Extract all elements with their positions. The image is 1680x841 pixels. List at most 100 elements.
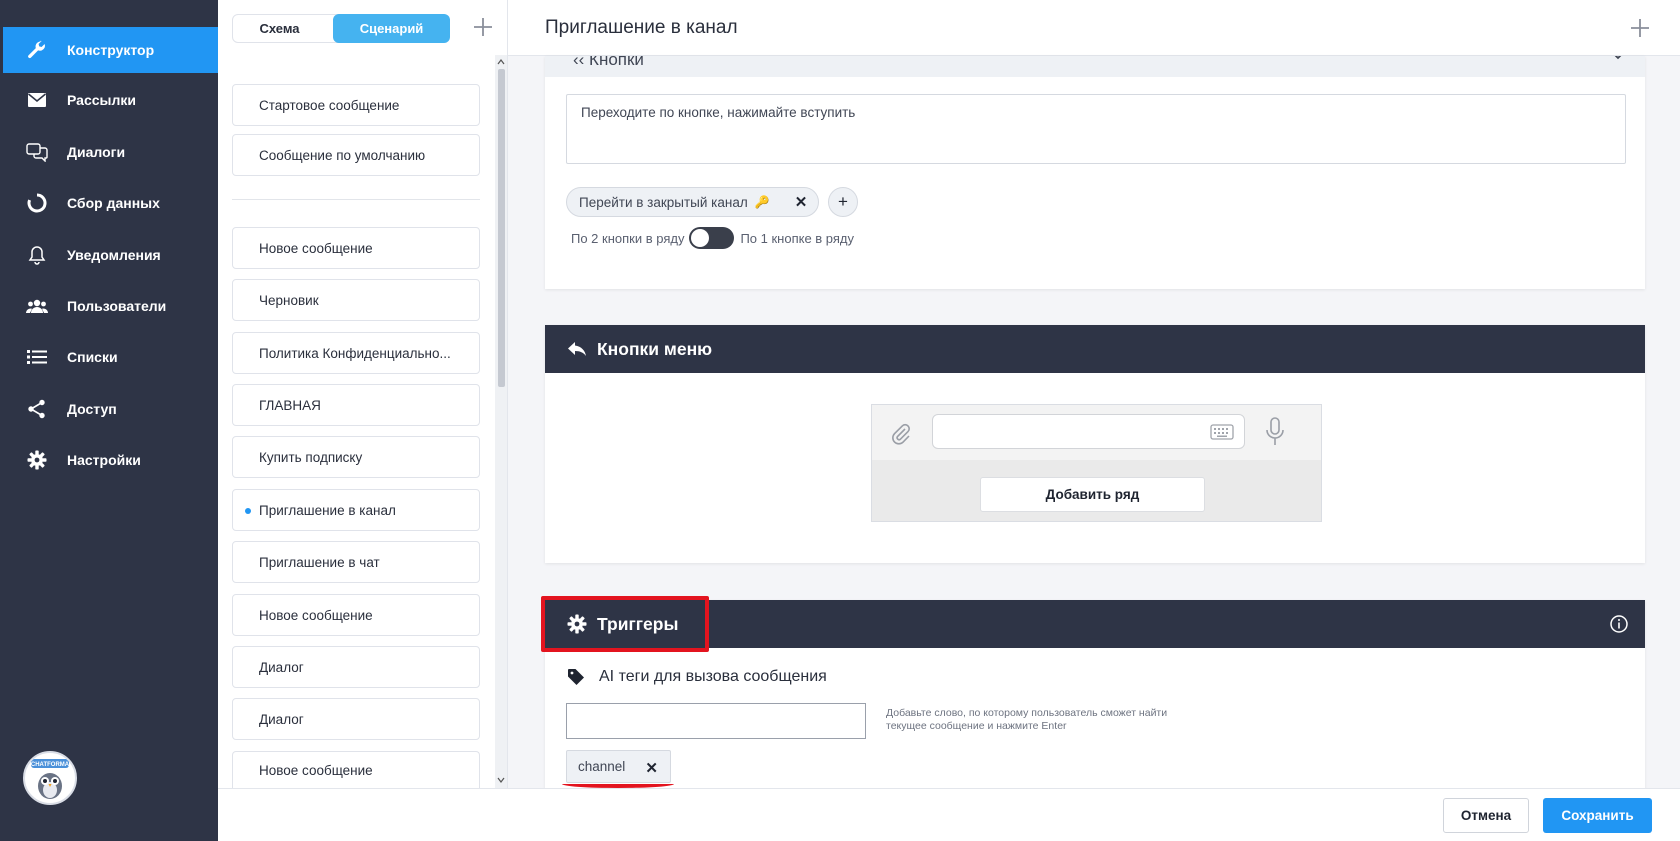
key-emoji: 🔑 — [754, 195, 770, 209]
list-divider — [232, 199, 480, 200]
share-icon — [26, 398, 48, 420]
list-scrollbar[interactable] — [495, 55, 507, 788]
list-item[interactable]: Приглашение в чат — [232, 541, 480, 583]
list-item[interactable]: Новое сообщение — [232, 751, 480, 788]
list-item-label: Приглашение в канал — [259, 502, 396, 518]
list-item[interactable]: Черновик — [232, 279, 480, 321]
main-nav: Конструктор Рассылки Диалоги Сбор данных… — [0, 0, 218, 841]
message-text-field[interactable]: Переходите по кнопке, нажимайте вступить — [566, 94, 1626, 164]
list-icon — [26, 346, 48, 368]
users-icon — [26, 295, 48, 317]
buttons-card: ‹‹ Кнопки Переходите по кнопке, нажимайт… — [545, 56, 1645, 289]
list-item[interactable]: Новое сообщение — [232, 594, 480, 636]
nav-item-lists[interactable]: Списки — [0, 335, 218, 379]
inline-button-chip[interactable]: Перейти в закрытый канал 🔑 ✕ — [566, 187, 819, 217]
owl-logo-icon: CHATFORMA — [31, 759, 70, 799]
editor-main: Приглашение в канал ‹‹ Кнопки Переходите… — [508, 0, 1680, 841]
nav-label: Доступ — [67, 401, 117, 417]
scenario-list-panel: Схема Сценарий Стартовое сообщение Сообщ… — [218, 0, 508, 788]
nav-label: Настройки — [67, 452, 141, 468]
wrench-icon — [26, 39, 48, 61]
list-item-label: Диалог — [259, 711, 304, 727]
list-item-label: Диалог — [259, 659, 304, 675]
cancel-button[interactable]: Отмена — [1443, 798, 1529, 833]
layout-two-label: По 2 кнопки в ряду — [571, 230, 685, 246]
gear-icon — [26, 449, 48, 471]
ai-tags-text: AI теги для вызова сообщения — [599, 668, 827, 685]
buttons-section-label: ‹‹ Кнопки — [573, 56, 644, 70]
tab-schema[interactable]: Схема — [233, 15, 326, 42]
view-switcher: Схема Сценарий — [232, 14, 450, 43]
remove-chip-icon[interactable]: ✕ — [794, 194, 808, 211]
circle-progress-icon — [26, 192, 48, 214]
add-block-icon[interactable] — [1628, 16, 1652, 40]
nav-label: Пользователи — [67, 298, 167, 314]
close-icon[interactable] — [1611, 56, 1625, 62]
add-message-icon[interactable] — [470, 14, 496, 40]
keyboard-text-input[interactable] — [932, 414, 1245, 449]
list-item-label: Новое сообщение — [259, 607, 373, 623]
editor-header: Приглашение в канал — [508, 0, 1680, 56]
keyboard-input-bar — [872, 405, 1321, 460]
list-item-label: Купить подписку — [259, 449, 363, 465]
keyboard-preview: Добавить ряд — [871, 404, 1322, 522]
nav-item-data-collection[interactable]: Сбор данных — [0, 181, 218, 225]
ai-tags-label: AI теги для вызова сообщения — [567, 668, 827, 686]
list-item[interactable]: Диалог — [232, 698, 480, 740]
info-icon[interactable] — [1609, 614, 1629, 634]
section-title: Кнопки меню — [597, 338, 713, 359]
buttons-label-text: Кнопки — [589, 56, 644, 69]
tab-scenario[interactable]: Сценарий — [333, 14, 450, 43]
list-item-active[interactable]: Приглашение в канал — [232, 489, 480, 531]
page-title: Приглашение в канал — [545, 17, 738, 38]
nav-item-mailings[interactable]: Рассылки — [0, 78, 218, 122]
nav-item-notifications[interactable]: Уведомления — [0, 233, 218, 277]
layout-one-label: По 1 кнопке в ряду — [740, 230, 855, 246]
reply-icon — [567, 339, 587, 359]
toggle-knob — [691, 229, 710, 247]
layout-toggle[interactable] — [689, 227, 735, 249]
tag-chip-label: channel — [578, 759, 626, 774]
microphone-icon — [1266, 417, 1284, 445]
nav-item-access[interactable]: Доступ — [0, 387, 218, 431]
tag-icon — [568, 669, 584, 685]
nav-label: Диалоги — [67, 144, 126, 160]
menu-buttons-card: Кнопки меню Добавить ряд — [545, 325, 1645, 563]
list-item-label: Новое сообщение — [259, 762, 373, 778]
list-scrollbar-thumb[interactable] — [498, 69, 505, 387]
list-item[interactable]: Купить подписку — [232, 436, 480, 478]
list-item-start[interactable]: Стартовое сообщение — [232, 84, 480, 126]
list-item-label: Политика Конфиденциально... — [259, 345, 451, 361]
nav-label: Списки — [67, 349, 118, 365]
list-item[interactable]: Диалог — [232, 646, 480, 688]
trigger-tag-chip[interactable]: channel ✕ — [566, 750, 671, 783]
brand-avatar[interactable]: CHATFORMA — [23, 751, 77, 805]
nav-item-users[interactable]: Пользователи — [0, 284, 218, 328]
save-button[interactable]: Сохранить — [1543, 798, 1652, 833]
logo-text: CHATFORMA — [31, 762, 70, 768]
chip-label: Перейти в закрытый канал — [579, 194, 748, 210]
nav-item-settings[interactable]: Настройки — [0, 438, 218, 482]
bell-icon — [26, 244, 48, 266]
chat-bubbles-icon — [26, 141, 48, 163]
add-row-button[interactable]: Добавить ряд — [980, 477, 1205, 512]
nav-item-dialogs[interactable]: Диалоги — [0, 130, 218, 174]
list-item[interactable]: Новое сообщение — [232, 227, 480, 269]
scroll-up-icon[interactable] — [497, 58, 505, 66]
add-button-icon[interactable]: + — [828, 187, 858, 217]
ai-tag-input[interactable] — [566, 703, 866, 739]
list-item-default[interactable]: Сообщение по умолчанию — [232, 134, 480, 176]
remove-tag-icon[interactable]: ✕ — [645, 759, 658, 777]
scroll-down-icon[interactable] — [497, 776, 505, 784]
active-dot — [245, 508, 251, 514]
list-item-label: Новое сообщение — [259, 240, 373, 256]
tag-underline-annotation — [562, 780, 674, 788]
list-item[interactable]: ГЛАВНАЯ — [232, 384, 480, 426]
triggers-header: Триггеры — [545, 600, 1645, 648]
list-item[interactable]: Политика Конфиденциально... — [232, 332, 480, 374]
nav-label: Конструктор — [67, 42, 155, 58]
buttons-card-header: ‹‹ Кнопки — [545, 56, 1645, 77]
nav-item-constructor[interactable]: Конструктор — [3, 27, 218, 73]
menu-buttons-header: Кнопки меню — [545, 325, 1645, 373]
list-item-label: Сообщение по умолчанию — [259, 147, 426, 163]
